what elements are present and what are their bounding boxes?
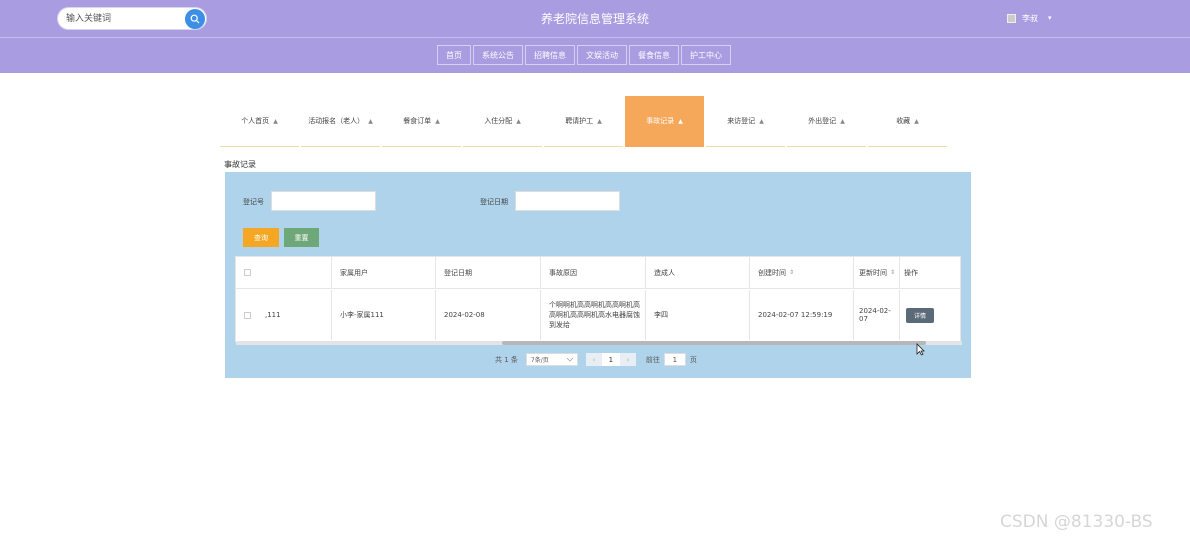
tab-icon: ▲ (840, 117, 845, 125)
watermark: CSDN @81330-BS (1000, 512, 1153, 532)
col-header-registration-date: 登记日期 (436, 257, 541, 288)
nav-item-home[interactable]: 首页 (437, 45, 471, 65)
tab-label: 外出登记 (808, 117, 837, 125)
col-header-accident-reason: 事故原因 (541, 257, 646, 288)
tab-icon: ▲ (273, 117, 278, 125)
page-size-value: 7条/页 (530, 357, 549, 364)
tab-label: 聘请护工 (565, 117, 594, 125)
filter-label-registration-date: 登记日期 (480, 198, 508, 206)
detail-button[interactable]: 详情 (906, 307, 934, 323)
chevron-down-icon: ▾ (1048, 14, 1052, 22)
header: 养老院信息管理系统 李叔 ▾ 首页 系统公告 招聘信息 文娱活动 餐食信息 护工… (0, 0, 1190, 73)
col-header-actions: 操作 (904, 268, 918, 277)
tab-icon: ▲ (368, 117, 373, 125)
tab-label: 收藏 (896, 117, 911, 125)
sort-icon: ⇕ (890, 269, 896, 276)
row-checkbox[interactable] (244, 311, 251, 319)
tab-icon: ▲ (678, 117, 683, 125)
tab-icon: ▲ (516, 117, 521, 125)
tab-label: 事故记录 (646, 117, 675, 125)
col-header-label: 创建时间 (758, 268, 786, 277)
main-nav: 首页 系统公告 招聘信息 文娱活动 餐食信息 护工中心 (437, 45, 733, 65)
nav-item-announcements[interactable]: 系统公告 (473, 45, 523, 65)
col-header-created-time[interactable]: 创建时间 ⇕ (750, 257, 854, 288)
tab-label: 活动报名（老人） (308, 117, 365, 125)
tab-accident-records[interactable]: 事故记录 ▲ (625, 96, 704, 147)
section-title: 事故记录 (224, 160, 256, 169)
avatar (1007, 13, 1016, 23)
goto-label: 前往 (645, 355, 660, 364)
tab-activity-signup[interactable]: 活动报名（老人） ▲ (301, 96, 380, 147)
nav-item-activities[interactable]: 文娱活动 (577, 45, 627, 65)
cell-updated-time: 2024-02-07 (854, 290, 900, 340)
cell-registration-date: 2024-02-08 (436, 290, 541, 340)
tab-icon: ▲ (597, 117, 602, 125)
table-row: ,111 小李-家属111 2024-02-08 个啊啊机高高啊机高高啊机高高啊… (236, 290, 960, 340)
page-number-current[interactable]: 1 (601, 353, 620, 366)
tab-room-allocation[interactable]: 入住分配 ▲ (463, 96, 542, 147)
col-header-updated-time[interactable]: 更新时间 ⇕ (854, 257, 900, 288)
records-panel: 登记号 登记日期 查询 重置 家属用户 登记日期 事故原因 造成人 创建时间 ⇕ … (225, 172, 971, 378)
row-select-cell (236, 290, 265, 340)
col-header-1 (265, 257, 332, 288)
tab-label: 个人首页 (241, 117, 270, 125)
col-header-label: 更新时间 (859, 268, 887, 277)
pagination-total: 共 1 条 (495, 355, 518, 364)
horizontal-scrollbar[interactable] (236, 341, 962, 345)
col-header-caused-by: 造成人 (646, 257, 750, 288)
tab-label: 餐食订单 (403, 117, 432, 125)
tab-icon: ▲ (759, 117, 764, 125)
header-top-bar: 养老院信息管理系统 李叔 ▾ (0, 0, 1190, 38)
tab-visitor-registration[interactable]: 来访登记 ▲ (706, 96, 785, 147)
filter-label-registration-no: 登记号 (243, 198, 264, 206)
tab-hire-caregiver[interactable]: 聘请护工 ▲ (544, 96, 623, 147)
cell-actions: 详情 (900, 290, 960, 340)
table-header-row: 家属用户 登记日期 事故原因 造成人 创建时间 ⇕ 更新时间 ⇕ 操作 (236, 257, 960, 289)
cell-accident-reason: 个啊啊机高高啊机高高啊机高高啊机高高啊机高水电器腐蚀到发给 (541, 290, 646, 340)
cell-caused-by: 李四 (646, 290, 750, 340)
chevron-down-icon (566, 357, 573, 362)
tab-outing-registration[interactable]: 外出登记 ▲ (787, 96, 866, 147)
tab-meal-orders[interactable]: 餐食订单 ▲ (382, 96, 461, 147)
user-menu[interactable]: 李叔 ▾ (1007, 11, 1052, 25)
goto-page-input[interactable]: 1 (663, 353, 686, 366)
search-records-button[interactable]: 查询 (243, 228, 279, 247)
mouse-cursor-icon (916, 343, 925, 356)
scrollbar-thumb[interactable] (502, 341, 926, 345)
registration-no-input[interactable] (271, 191, 376, 211)
page-size-select[interactable]: 7条/页 (525, 353, 578, 366)
cell-created-time: 2024-02-07 12:59:19 (750, 290, 854, 340)
nav-item-caregiver-center[interactable]: 护工中心 (681, 45, 731, 65)
sort-icon: ⇕ (789, 269, 795, 276)
records-table: 家属用户 登记日期 事故原因 造成人 创建时间 ⇕ 更新时间 ⇕ 操作 ,111 小… (235, 256, 962, 345)
tab-personal-home[interactable]: 个人首页 ▲ (220, 96, 299, 147)
registration-date-input[interactable] (515, 191, 620, 211)
cell-family-user: 小李-家属111 (332, 290, 436, 340)
tab-icon: ▲ (914, 117, 919, 125)
prev-page-button[interactable]: ‹ (585, 353, 602, 366)
tab-label: 来访登记 (727, 117, 756, 125)
pagination: 共 1 条 7条/页 ‹ 1 › 前往 1 页 (495, 353, 697, 366)
tab-favorites[interactable]: 收藏 ▲ (868, 96, 947, 147)
profile-tabs: 个人首页 ▲ 活动报名（老人） ▲ 餐食订单 ▲ 入住分配 ▲ 聘请护工 ▲ 事故记录 ▲ … (220, 96, 949, 147)
select-all-cell (236, 257, 265, 288)
nav-item-recruitment[interactable]: 招聘信息 (525, 45, 575, 65)
nav-item-meals[interactable]: 餐食信息 (629, 45, 679, 65)
tab-icon: ▲ (435, 117, 440, 125)
cell-col1: ,111 (265, 290, 332, 340)
next-page-button[interactable]: › (619, 353, 636, 366)
col-header-family-user: 家属用户 (332, 257, 436, 288)
tab-label: 入住分配 (484, 117, 513, 125)
reset-button[interactable]: 重置 (284, 228, 319, 247)
page-unit-label: 页 (689, 355, 697, 364)
select-all-checkbox[interactable] (244, 269, 251, 276)
user-name: 李叔 (1022, 13, 1038, 23)
